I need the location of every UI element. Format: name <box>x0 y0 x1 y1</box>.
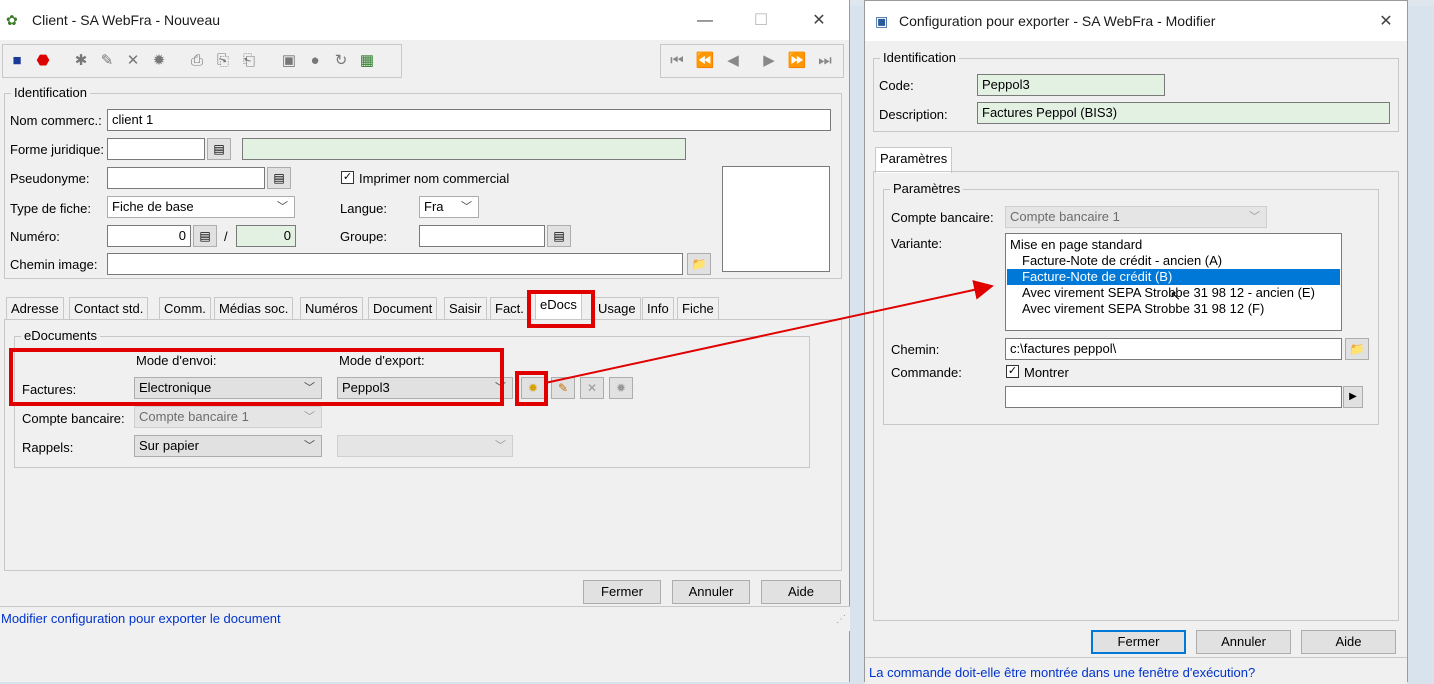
mouse-cursor-icon: ↖ <box>1170 288 1181 303</box>
annotation-arrow <box>544 280 994 384</box>
